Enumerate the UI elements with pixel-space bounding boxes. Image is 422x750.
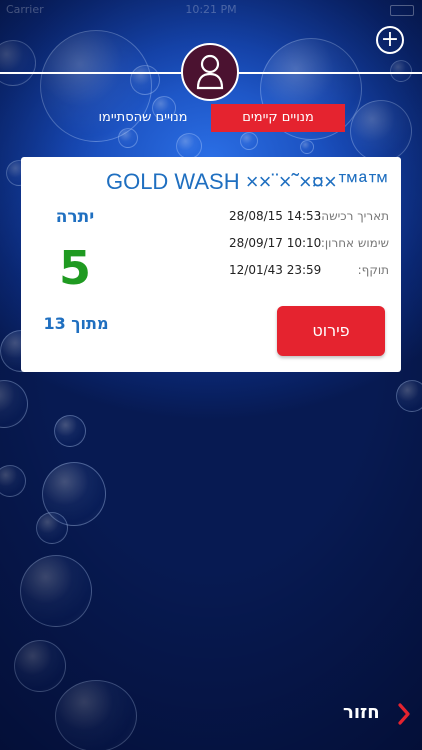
bubble-decoration: [55, 680, 137, 750]
bubble-decoration: [240, 132, 258, 150]
tab-active-subscriptions[interactable]: מנויים קיימים: [211, 104, 345, 132]
user-icon: [196, 54, 224, 90]
card-title: GOLD WASH ××¨×˜×¤×™ª™: [105, 169, 389, 194]
bubble-decoration: [300, 140, 314, 154]
add-subscription-button[interactable]: +: [376, 26, 404, 54]
bubble-decoration: [20, 555, 92, 627]
bubble-decoration: [0, 40, 36, 86]
bubble-decoration: [176, 133, 202, 159]
bubble-decoration: [0, 380, 28, 428]
bubble-decoration: [0, 465, 26, 497]
remaining-label: יתרה: [55, 207, 95, 227]
remaining-count: 5: [58, 241, 91, 295]
bubble-decoration: [54, 415, 86, 447]
last-use-label: שימוש אחרון:: [320, 236, 389, 250]
bubble-decoration: [396, 380, 422, 412]
battery-icon: [390, 5, 414, 16]
status-bar: Carrier 10:21 PM: [0, 0, 422, 20]
plus-circle-icon: +: [380, 27, 400, 52]
subscription-card: GOLD WASH ××¨×˜×¤×™ª™ תאריך רכישה: 28/08…: [21, 157, 401, 372]
avatar[interactable]: [181, 43, 239, 101]
last-use-value: 28/09/17 10:10: [229, 236, 322, 250]
bubble-decoration: [130, 65, 160, 95]
valid-until-label: תוקף:: [357, 263, 389, 277]
valid-until-value: 12/01/43 23:59: [229, 263, 322, 277]
bubble-decoration: [350, 100, 412, 162]
app-screen: Carrier 10:21 PM + מנויים שהסתיימו מנויי…: [0, 0, 422, 750]
total-count-label: מתוך 13: [43, 314, 109, 333]
purchase-date-value: 28/08/15 14:53: [229, 209, 322, 223]
back-button[interactable]: חזור: [343, 700, 418, 728]
back-label: חזור: [343, 702, 380, 723]
bubble-decoration: [390, 60, 412, 82]
bubble-decoration: [14, 640, 66, 692]
status-time: 10:21 PM: [185, 3, 237, 16]
purchase-date-label: תאריך רכישה:: [317, 209, 389, 223]
tab-ended-subscriptions[interactable]: מנויים שהסתיימו: [76, 104, 210, 132]
bubble-decoration: [36, 512, 68, 544]
details-button[interactable]: פירוט: [277, 306, 385, 356]
chevron-right-icon: [398, 703, 410, 725]
